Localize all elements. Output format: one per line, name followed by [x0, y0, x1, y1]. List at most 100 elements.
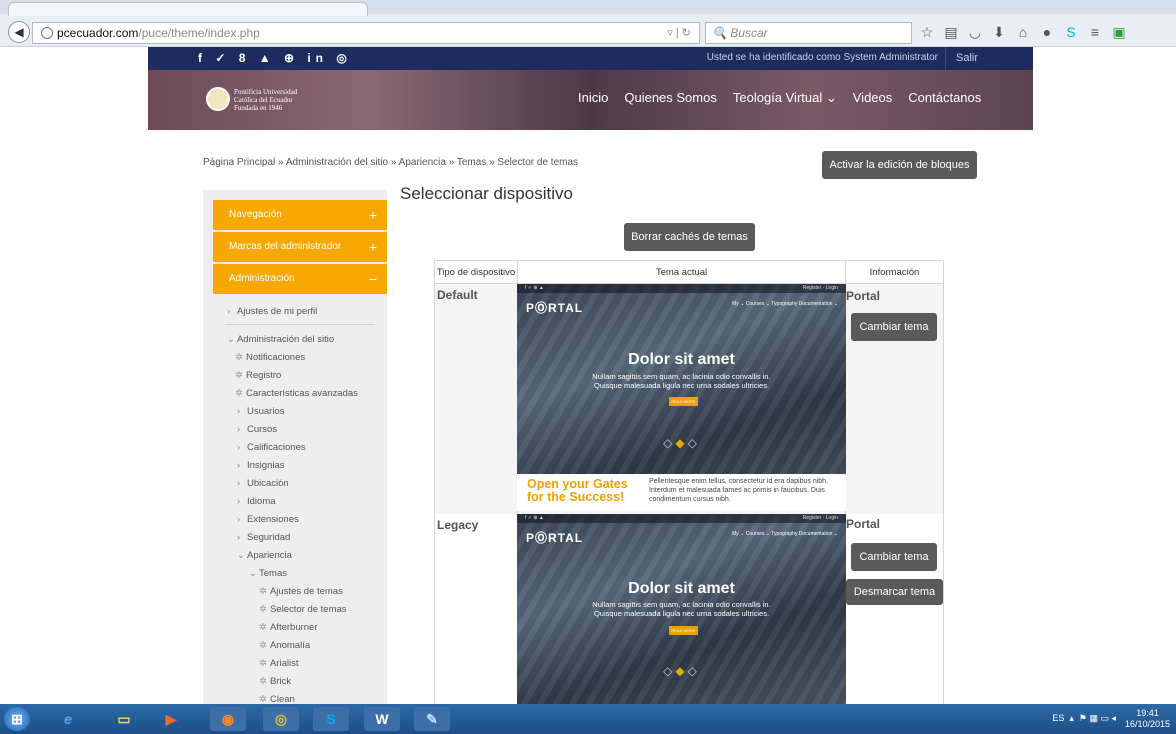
snipping-tool-icon[interactable]: ✎: [414, 707, 450, 731]
device-name: Default: [437, 288, 478, 302]
chevron-down-icon: ⌄: [237, 550, 245, 561]
skype-icon[interactable]: S: [313, 707, 349, 731]
word-icon[interactable]: W: [364, 707, 400, 731]
tree-item-seguridad[interactable]: › Seguridad: [237, 532, 290, 543]
extension-icon[interactable]: ▣: [1110, 22, 1128, 42]
chevron-right-icon: ›: [237, 460, 241, 471]
tree-item-apariencia[interactable]: ⌄ Apariencia: [237, 550, 292, 561]
windows-taskbar: ⊞ e ▭ ▶ ◉ ◎ S W ✎ ES ▴ ⚑ ▦ ▭ ◂ 19:41 16/1…: [0, 704, 1176, 734]
tree-item-clean[interactable]: ✲ Clean: [259, 694, 295, 704]
change-theme-button-default[interactable]: Cambiar tema: [851, 313, 937, 341]
url-host: pcecuador.com: [57, 26, 139, 40]
reading-list-icon[interactable]: ▤: [942, 22, 960, 42]
home-icon[interactable]: ⌂: [1014, 22, 1032, 42]
site-info-icon[interactable]: [41, 27, 53, 39]
block-marcas[interactable]: Marcas del administrador +: [213, 232, 387, 262]
search-icon: 🔍: [712, 26, 727, 40]
theme-name: Portal: [846, 289, 881, 303]
gear-icon: ✲: [259, 586, 267, 597]
gear-icon: ✲: [235, 370, 243, 381]
tree-item-selector-temas[interactable]: ✲ Selector de temas: [259, 604, 347, 615]
tree-item-calificaciones[interactable]: › Calificaciones: [237, 442, 306, 453]
edit-blocks-button[interactable]: Activar la edición de bloques: [822, 151, 977, 179]
tree-item-ajustes-temas[interactable]: ✲ Ajustes de temas: [259, 586, 343, 597]
tree-item-ubicacion[interactable]: › Ubicación: [237, 478, 289, 489]
browser-toolbar: ◀ pcecuador.com/puce/theme/index.php ▿ |…: [0, 0, 1176, 47]
chevron-right-icon: ›: [237, 406, 241, 417]
logout-link[interactable]: Salir: [944, 47, 988, 70]
unset-theme-button[interactable]: Desmarcar tema: [846, 579, 943, 605]
pocket-icon[interactable]: ◡: [966, 22, 984, 42]
back-button[interactable]: ◀: [8, 21, 30, 43]
tree-item-extensiones[interactable]: › Extensiones: [237, 514, 299, 525]
nav-inicio[interactable]: Inicio: [578, 90, 608, 106]
block-administracion[interactable]: Administración −: [213, 264, 387, 294]
device-name: Legacy: [437, 518, 479, 532]
purge-caches-button[interactable]: Borrar cachés de temas: [624, 223, 755, 251]
tree-item-temas[interactable]: ⌄ Temas: [249, 568, 287, 579]
change-theme-button-legacy[interactable]: Cambiar tema: [851, 543, 937, 571]
reload-icon[interactable]: ▿ | ↻: [667, 23, 691, 43]
nav-contacto[interactable]: Contáctanos: [908, 90, 981, 106]
preview-headline: Dolor sit amet: [628, 580, 735, 597]
url-path: /puce/theme/index.php: [138, 26, 260, 40]
tree-item-brick[interactable]: ✲ Brick: [259, 676, 291, 687]
firefox-icon[interactable]: ◉: [210, 707, 246, 731]
preview-headline: Dolor sit amet: [628, 351, 735, 368]
preview-brand: PⓄRTAL: [526, 301, 584, 315]
skype-icon[interactable]: S: [1062, 22, 1080, 42]
star-icon[interactable]: ☆: [918, 22, 936, 42]
chevron-right-icon: ›: [237, 478, 241, 489]
theme-name: Portal: [846, 517, 881, 531]
tree-item-insignias[interactable]: › Insignias: [237, 460, 285, 471]
gear-icon: ✲: [259, 676, 267, 687]
gear-icon: ✲: [235, 388, 243, 399]
tree-item-anomalia[interactable]: ✲ Anomalía: [259, 640, 310, 651]
file-explorer-icon[interactable]: ▭: [106, 707, 142, 731]
preview-slider-dots: ◇◆◇: [663, 436, 700, 450]
chevron-right-icon: ›: [237, 442, 241, 453]
tree-item-usuarios[interactable]: › Usuarios: [237, 406, 285, 417]
breadcrumb[interactable]: Página Principal » Administración del si…: [203, 157, 578, 168]
gear-icon: ✲: [235, 352, 243, 363]
address-bar[interactable]: pcecuador.com/puce/theme/index.php ▿ | ↻: [32, 22, 700, 44]
start-button[interactable]: ⊞: [4, 707, 30, 731]
gear-icon: ✲: [259, 658, 267, 669]
tree-item-registro[interactable]: ✲ Registro: [235, 370, 281, 381]
chrome-icon[interactable]: ◎: [263, 707, 299, 731]
tree-item-admin-sitio[interactable]: ⌄ Administración del sitio: [227, 334, 334, 345]
tree-item-arialist[interactable]: ✲ Arialist: [259, 658, 298, 669]
preview-topbar: f ✓ ⊕ ▲ Register · Login: [517, 284, 846, 293]
theme-preview-legacy[interactable]: f ✓ ⊕ ▲ Register · Login PⓄRTAL My ⌄ Cour…: [517, 514, 846, 704]
tree-item-notificaciones[interactable]: ✲ Notificaciones: [235, 352, 305, 363]
nav-videos[interactable]: Videos: [853, 90, 893, 106]
tree-item-perfil[interactable]: › Ajustes de mi perfil: [227, 306, 317, 317]
sidebar: Navegación + Marcas del administrador + Ad…: [203, 190, 387, 704]
preview-readmore-button: READ MORE: [669, 626, 698, 635]
university-logo[interactable]: [206, 87, 230, 111]
language-indicator: ES: [1052, 713, 1065, 723]
ie-icon[interactable]: e: [50, 707, 86, 731]
clock[interactable]: 19:41 16/10/2015: [1125, 708, 1170, 730]
tree-item-cursos[interactable]: › Cursos: [237, 424, 277, 435]
preview-topbar: f ✓ ⊕ ▲ Register · Login: [517, 514, 846, 523]
nav-teologia-virtual[interactable]: Teología Virtual ⌄: [733, 90, 837, 106]
tree-item-idioma[interactable]: › Idioma: [237, 496, 276, 507]
browser-tab[interactable]: [8, 2, 368, 16]
tab-strip: [0, 0, 1176, 16]
media-player-icon[interactable]: ▶: [153, 707, 189, 731]
block-navegacion[interactable]: Navegación +: [213, 200, 387, 230]
download-icon[interactable]: ⬇: [990, 22, 1008, 42]
social-icons[interactable]: f ✓ 8 ▲ ⊕ in ◎: [198, 51, 352, 65]
gear-icon: ✲: [259, 694, 267, 704]
system-tray[interactable]: ES ▴ ⚑ ▦ ▭ ◂: [1052, 713, 1116, 724]
menu-icon[interactable]: ≡: [1086, 22, 1104, 42]
nav-quienes-somos[interactable]: Quienes Somos: [624, 90, 717, 106]
tree-item-caracteristicas[interactable]: ✲ Características avanzadas: [235, 388, 358, 399]
chat-icon[interactable]: ●: [1038, 22, 1056, 42]
preview-nav: My ⌄ Courses ⌄ Typography Documentation …: [732, 301, 838, 307]
theme-preview-default[interactable]: f ✓ ⊕ ▲ Register · Login PⓄRTAL My ⌄ Cour…: [517, 284, 846, 511]
col-header-device: Tipo de dispositivo: [435, 261, 517, 284]
search-field[interactable]: 🔍 Buscar: [705, 22, 912, 44]
tree-item-afterburner[interactable]: ✲ Afterburner: [259, 622, 318, 633]
